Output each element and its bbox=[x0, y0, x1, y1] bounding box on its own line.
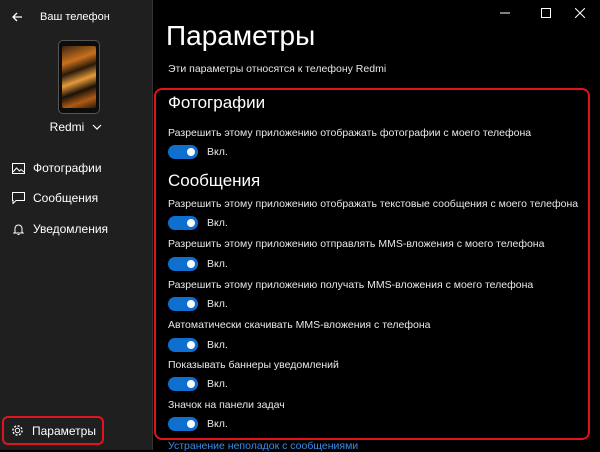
toggle-show-texts[interactable] bbox=[168, 216, 198, 230]
toggle-state: Вкл. bbox=[207, 298, 228, 310]
toggle-knob bbox=[187, 148, 195, 156]
setting-label: Разрешить этому приложению отображать те… bbox=[168, 198, 579, 210]
back-arrow-icon bbox=[12, 12, 22, 22]
nav-item-photos[interactable]: Фотографии bbox=[0, 153, 152, 183]
toggle-knob bbox=[187, 260, 195, 268]
section-title-messages: Сообщения bbox=[168, 171, 261, 190]
device-selector[interactable]: Redmi bbox=[0, 120, 152, 134]
toggle-state: Вкл. bbox=[207, 146, 228, 158]
setting-label: Разрешить этому приложению получать MMS-… bbox=[168, 279, 534, 291]
section-title-photos: Фотографии bbox=[168, 93, 266, 112]
nav-item-label: Сообщения bbox=[33, 191, 99, 205]
toggle-receive-mms[interactable] bbox=[168, 297, 198, 311]
setting-label: Автоматически скачивать MMS-вложения с т… bbox=[168, 319, 431, 331]
toggle-state: Вкл. bbox=[207, 258, 228, 270]
toggle-auto-download-mms[interactable] bbox=[168, 338, 198, 352]
toggle-state: Вкл. bbox=[207, 418, 228, 430]
close-button[interactable] bbox=[560, 0, 600, 26]
toggle-show-photos[interactable] bbox=[168, 145, 198, 159]
setting-label: Значок на панели задач bbox=[168, 399, 285, 411]
chevron-down-icon bbox=[92, 124, 102, 130]
toggle-send-mms[interactable] bbox=[168, 257, 198, 271]
nav-item-label: Фотографии bbox=[33, 161, 102, 175]
toggle-state: Вкл. bbox=[207, 217, 228, 229]
page-title: Параметры bbox=[166, 20, 316, 51]
back-button[interactable] bbox=[9, 9, 25, 25]
maximize-icon bbox=[541, 8, 551, 18]
photo-icon bbox=[11, 161, 25, 175]
toggle-state: Вкл. bbox=[207, 339, 228, 351]
troubleshoot-messages-link[interactable]: Устранение неполадок с сообщениями bbox=[168, 440, 358, 452]
toggle-knob bbox=[187, 420, 195, 428]
toggle-notification-banners[interactable] bbox=[168, 377, 198, 391]
message-icon bbox=[11, 191, 25, 205]
nav-item-settings[interactable]: Параметры bbox=[2, 416, 104, 445]
nav-item-messages[interactable]: Сообщения bbox=[0, 183, 152, 213]
toggle-taskbar-badge[interactable] bbox=[168, 417, 198, 431]
minimize-button[interactable] bbox=[485, 0, 525, 26]
toggle-knob bbox=[187, 341, 195, 349]
minimize-icon bbox=[500, 12, 510, 14]
nav-item-notifications[interactable]: Уведомления bbox=[0, 214, 152, 244]
close-icon bbox=[575, 8, 585, 18]
setting-label: Разрешить этому приложению отправлять MM… bbox=[168, 238, 545, 250]
app-title: Ваш телефон bbox=[40, 11, 110, 23]
toggle-knob bbox=[187, 300, 195, 308]
toggle-knob bbox=[187, 380, 195, 388]
nav-item-label: Уведомления bbox=[33, 222, 109, 236]
setting-label: Показывать баннеры уведомлений bbox=[168, 359, 339, 371]
toggle-knob bbox=[187, 219, 195, 227]
setting-label: Разрешить этому приложению отображать фо… bbox=[168, 127, 532, 139]
sidebar: Ваш телефон Redmi Фотографии Сообщения У… bbox=[0, 0, 153, 450]
phone-image bbox=[58, 40, 100, 114]
page-subtitle: Эти параметры относятся к телефону Redmi bbox=[168, 63, 387, 75]
phone-wallpaper bbox=[62, 46, 96, 108]
nav-item-label: Параметры bbox=[32, 423, 96, 438]
toggle-state: Вкл. bbox=[207, 378, 228, 390]
gear-icon bbox=[11, 424, 24, 437]
bell-icon bbox=[11, 222, 25, 236]
device-name: Redmi bbox=[49, 120, 85, 134]
